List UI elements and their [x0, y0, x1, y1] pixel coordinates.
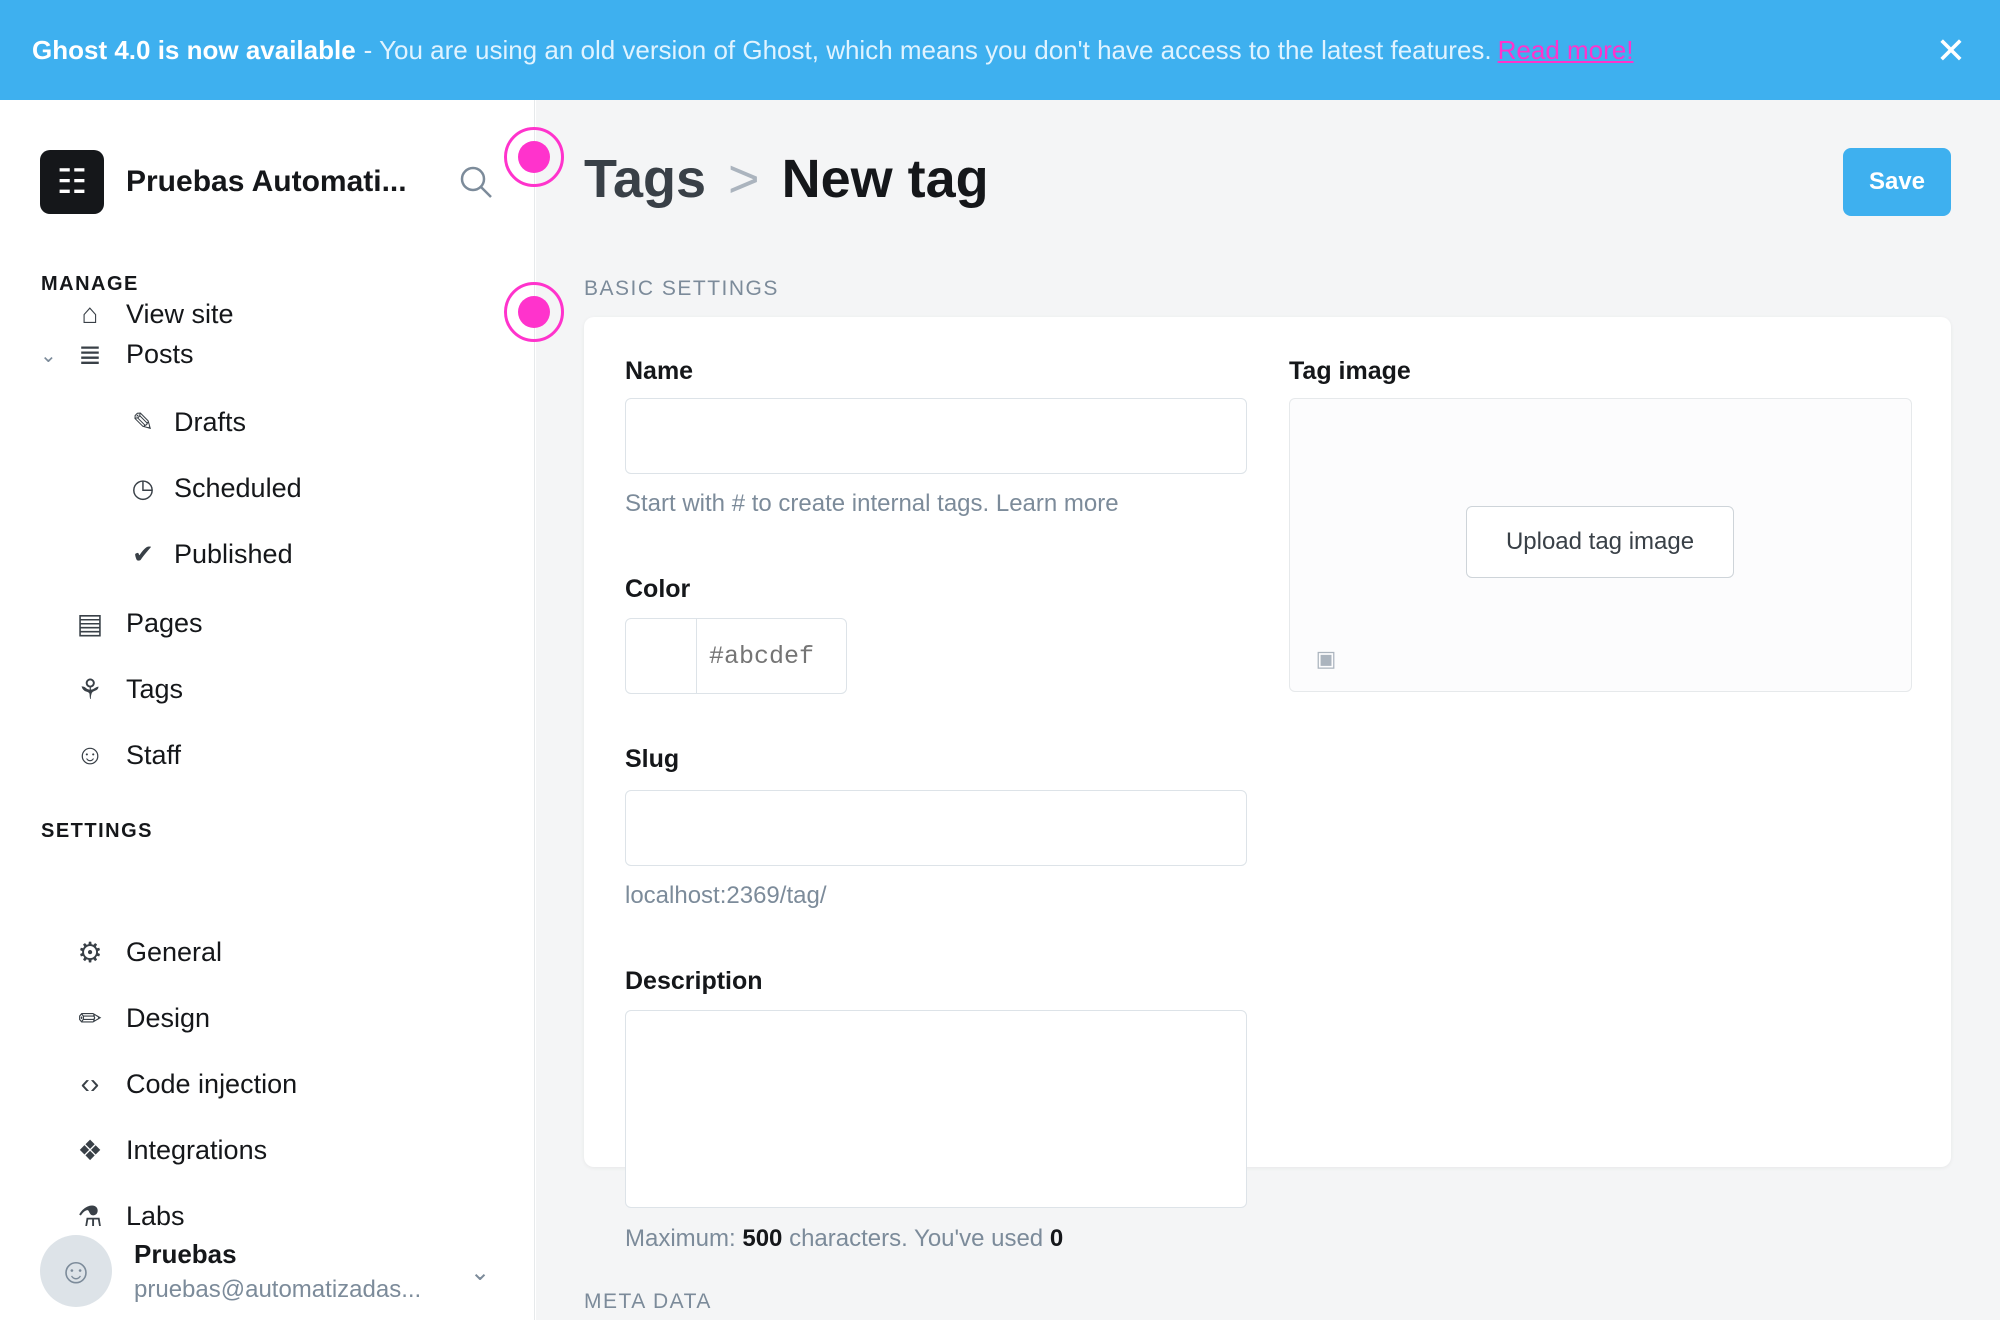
- hint-max: 500: [742, 1225, 783, 1252]
- breadcrumb-separator: >: [728, 149, 760, 209]
- staff-icon: ☺: [75, 739, 105, 770]
- target-indicator: [504, 127, 564, 187]
- search-icon[interactable]: [458, 164, 494, 200]
- sidebar-item-labs[interactable]: ⚗ Labs: [72, 1198, 185, 1234]
- sidebar-item-label: Code injection: [126, 1068, 298, 1099]
- save-button[interactable]: Save: [1843, 148, 1951, 216]
- clock-icon: ◷: [131, 472, 155, 503]
- slug-hint: localhost:2369/tag/: [625, 882, 827, 909]
- site-logo: ☷: [40, 150, 104, 214]
- brush-icon: ✏: [78, 1002, 102, 1034]
- sidebar-item-scheduled[interactable]: ◷ Scheduled: [126, 471, 302, 505]
- upload-tag-image-button[interactable]: Upload tag image: [1466, 506, 1734, 578]
- sidebar-item-pages[interactable]: ▤ Pages: [72, 605, 203, 641]
- name-hint: Start with # to create internal tags. Le…: [625, 490, 1119, 517]
- hint-mid: characters. You've used: [789, 1225, 1044, 1252]
- sidebar-item-drafts[interactable]: ✎ Drafts: [126, 405, 246, 439]
- color-label: Color: [625, 575, 691, 603]
- sidebar-item-label: Scheduled: [174, 472, 302, 503]
- sidebar-item-label: Tags: [126, 673, 184, 704]
- sidebar-item-label: Posts: [126, 338, 194, 369]
- name-field[interactable]: [625, 398, 1247, 474]
- gear-icon: ⚙: [77, 936, 103, 968]
- chevron-down-icon[interactable]: ⌄: [470, 1258, 490, 1287]
- description-hint: Maximum: 500 characters. You've used 0: [625, 1225, 1063, 1253]
- sidebar-item-tags[interactable]: ⚘ Tags: [72, 671, 183, 707]
- site-brand[interactable]: ☷ Pruebas Automati...: [40, 150, 407, 214]
- breadcrumb[interactable]: Tags: [584, 148, 706, 210]
- unsplash-icon[interactable]: ▣: [1310, 643, 1342, 675]
- published-icon: ✔: [132, 538, 154, 569]
- sidebar-item-integrations[interactable]: ❖ Integrations: [72, 1132, 267, 1168]
- sidebar-item-design[interactable]: ✏ Design: [72, 1000, 210, 1036]
- description-label: Description: [625, 967, 763, 995]
- user-name: Pruebas: [134, 1238, 237, 1269]
- color-field[interactable]: [697, 618, 847, 694]
- name-label: Name: [625, 357, 694, 385]
- user-menu[interactable]: ☺ Pruebas pruebas@automatizadas...: [40, 1235, 421, 1307]
- hint-used: 0: [1049, 1225, 1064, 1252]
- sidebar-item-general[interactable]: ⚙ General: [72, 934, 222, 970]
- description-field[interactable]: [625, 1010, 1247, 1208]
- sidebar-item-label: Labs: [126, 1200, 185, 1231]
- settings-heading: SETTINGS: [41, 820, 154, 842]
- integrations-icon: ❖: [77, 1134, 103, 1166]
- sidebar-item-label: Published: [174, 538, 293, 569]
- avatar: ☺: [40, 1235, 112, 1307]
- manage-heading: MANAGE: [41, 273, 139, 295]
- tag-icon: ⚘: [77, 673, 103, 705]
- sidebar-item-label: Drafts: [174, 406, 247, 437]
- sidebar-item-label: Design: [126, 1002, 211, 1033]
- pages-icon: ▤: [76, 607, 104, 639]
- slug-label: Slug: [625, 745, 680, 773]
- meta-data-heading: META DATA: [584, 1290, 712, 1313]
- sidebar-item-staff[interactable]: ☺ Staff: [72, 737, 181, 773]
- user-email: pruebas@automatizadas...: [134, 1275, 422, 1303]
- color-swatch[interactable]: [625, 618, 697, 694]
- home-icon: ⌂: [81, 298, 99, 329]
- slug-field[interactable]: [625, 790, 1247, 866]
- basic-settings-heading: BASIC SETTINGS: [584, 277, 779, 300]
- sidebar-item-label: Pages: [126, 607, 203, 638]
- sidebar-item-view-site[interactable]: ⌂ View site: [72, 296, 234, 332]
- banner-title: Ghost 4.0 is now available: [32, 34, 356, 65]
- site-title: Pruebas Automati...: [126, 165, 407, 198]
- close-icon[interactable]: ✕: [1936, 30, 1966, 72]
- sidebar-item-label: General: [126, 936, 223, 967]
- upgrade-banner: Ghost 4.0 is now available - You are usi…: [0, 0, 2000, 100]
- code-icon: ‹›: [80, 1068, 100, 1099]
- sidebar-item-label: Integrations: [126, 1134, 268, 1165]
- sidebar-item-label: Staff: [126, 739, 182, 770]
- sidebar-item-code-injection[interactable]: ‹› Code injection: [72, 1066, 297, 1102]
- page-title-text: New tag: [781, 149, 989, 209]
- sidebar-item-published[interactable]: ✔ Published: [126, 537, 293, 571]
- banner-read-more-link[interactable]: Read more!: [1498, 35, 1634, 66]
- target-indicator: [504, 282, 564, 342]
- sidebar-item-label: View site: [126, 298, 234, 329]
- sidebar-item-posts[interactable]: ≣ Posts: [72, 336, 194, 372]
- flask-icon: ⚗: [77, 1200, 103, 1232]
- pencil-icon: ✎: [132, 406, 154, 437]
- chevron-down-icon[interactable]: ⌄: [40, 343, 57, 368]
- hint-prefix: Maximum:: [625, 1225, 736, 1252]
- page-title: Tags > New tag: [584, 148, 989, 210]
- tag-image-label: Tag image: [1289, 357, 1411, 385]
- posts-icon: ≣: [78, 338, 102, 370]
- banner-message: - You are using an old version of Ghost,…: [363, 34, 1492, 65]
